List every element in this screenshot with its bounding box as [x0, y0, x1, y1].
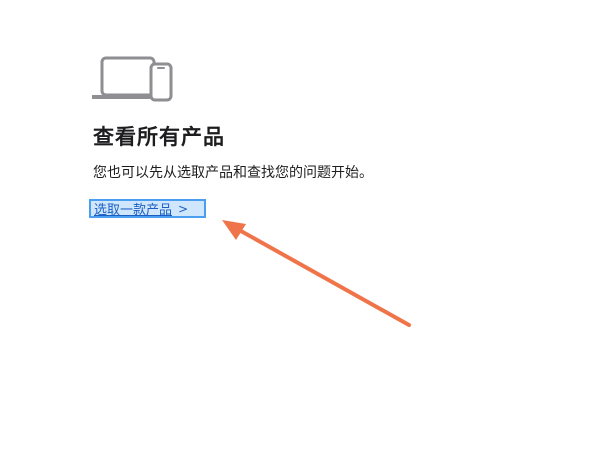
- pointer-arrow-head: [222, 220, 246, 240]
- pointer-arrow-annotation: [222, 220, 411, 327]
- page-title: 查看所有产品: [93, 125, 225, 149]
- choose-product-link[interactable]: 选取一款产品 >: [89, 199, 206, 218]
- choose-product-link-label: 选取一款产品: [94, 203, 173, 218]
- pointer-arrow-shaft: [230, 224, 411, 327]
- laptop-phone-icon: [92, 56, 173, 102]
- page-subtitle: 您也可以先从选取产品和查找您的问题开始。: [93, 165, 373, 181]
- chevron-right-icon: >: [178, 201, 189, 216]
